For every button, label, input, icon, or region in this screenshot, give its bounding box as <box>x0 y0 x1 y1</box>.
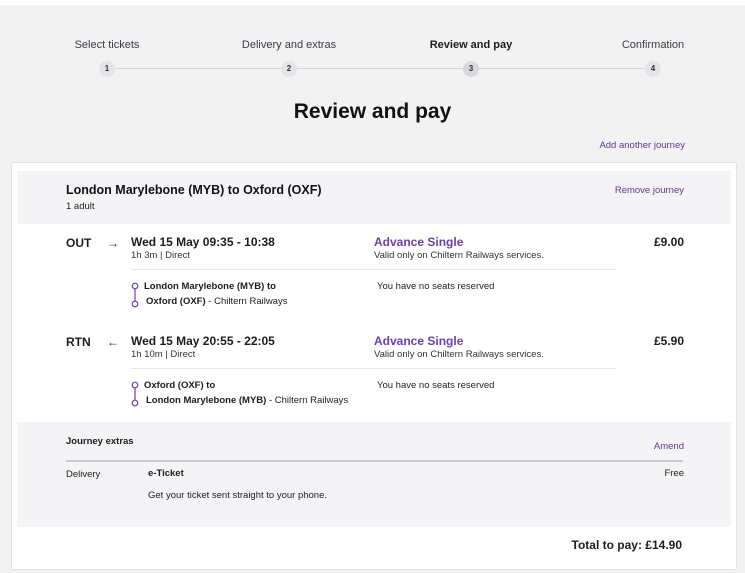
total-to-pay: Total to pay: £14.90 <box>571 538 682 552</box>
delivery-price: Free <box>664 468 684 479</box>
journey-extras-section: Journey extras Amend Delivery e-Ticket G… <box>17 422 731 527</box>
stepper-line <box>107 68 653 69</box>
divider <box>66 460 683 462</box>
leg-duration: 1h 10m | Direct <box>131 349 196 360</box>
fare-name: Advance Single <box>374 334 464 348</box>
step-review-pay: Review and pay 3 <box>391 38 551 77</box>
leg-times: Wed 15 May 09:35 - 10:38 <box>131 235 275 249</box>
step-confirmation: Confirmation 4 <box>573 38 733 77</box>
add-another-journey-link[interactable]: Add another journey <box>599 140 685 151</box>
divider <box>131 368 617 369</box>
ticket-description: Get your ticket sent straight to your ph… <box>148 490 328 501</box>
leg-price: £5.90 <box>653 334 684 348</box>
fare-note: Valid only on Chiltern Railways services… <box>374 349 544 360</box>
progress-stepper: Select tickets 1 Delivery and extras 2 R… <box>0 38 745 80</box>
step-label: Confirmation <box>621 39 685 51</box>
step-label: Delivery and extras <box>241 39 337 51</box>
leg-direction: RTN <box>66 335 91 349</box>
operator: - Chiltern Railways <box>205 296 288 307</box>
amend-extras-link[interactable]: Amend <box>654 441 684 452</box>
leg-price: £9.00 <box>653 235 684 249</box>
destination-name: London Marylebone (MYB) <box>146 395 267 406</box>
ticket-type: e-Ticket <box>148 468 184 479</box>
origin-station: London Marylebone (MYB) to <box>144 281 276 292</box>
step-number: 2 <box>281 61 297 77</box>
origin-station: Oxford (OXF) to <box>144 380 216 391</box>
journey-header: London Marylebone (MYB) to Oxford (OXF) … <box>17 171 731 224</box>
fare-name: Advance Single <box>374 235 464 249</box>
divider <box>131 269 617 270</box>
step-number: 3 <box>463 61 479 77</box>
top-bar <box>0 0 745 5</box>
remove-journey-link[interactable]: Remove journey <box>615 185 684 196</box>
step-number: 1 <box>99 61 115 77</box>
route-stops-icon <box>131 381 139 407</box>
destination-station: Oxford (OXF) - Chiltern Railways <box>146 296 287 307</box>
fare-note: Valid only on Chiltern Railways services… <box>374 250 544 261</box>
step-delivery-extras: Delivery and extras 2 <box>209 38 369 77</box>
leg-times: Wed 15 May 20:55 - 22:05 <box>131 334 275 348</box>
operator: - Chiltern Railways <box>266 395 349 406</box>
passenger-count: 1 adult <box>66 201 95 212</box>
page-title: Review and pay <box>293 100 452 123</box>
step-label: Select tickets <box>74 39 140 51</box>
route-stops-icon <box>131 282 139 308</box>
leg-duration: 1h 3m | Direct <box>131 250 190 261</box>
journey-title: London Marylebone (MYB) to Oxford (OXF) <box>66 183 322 197</box>
arrow-right-icon: → <box>107 236 119 250</box>
step-label: Review and pay <box>429 39 513 51</box>
extras-title: Journey extras <box>66 436 134 447</box>
journey-summary-card: London Marylebone (MYB) to Oxford (OXF) … <box>11 162 737 570</box>
step-select-tickets: Select tickets 1 <box>27 38 187 77</box>
seat-reservation-status: You have no seats reserved <box>377 380 495 391</box>
arrow-left-icon: ← <box>107 335 119 349</box>
step-number: 4 <box>645 61 661 77</box>
destination-name: Oxford (OXF) <box>146 296 206 307</box>
seat-reservation-status: You have no seats reserved <box>377 281 495 292</box>
delivery-label: Delivery <box>66 469 101 480</box>
leg-direction: OUT <box>66 236 92 250</box>
destination-station: London Marylebone (MYB) - Chiltern Railw… <box>146 395 348 406</box>
